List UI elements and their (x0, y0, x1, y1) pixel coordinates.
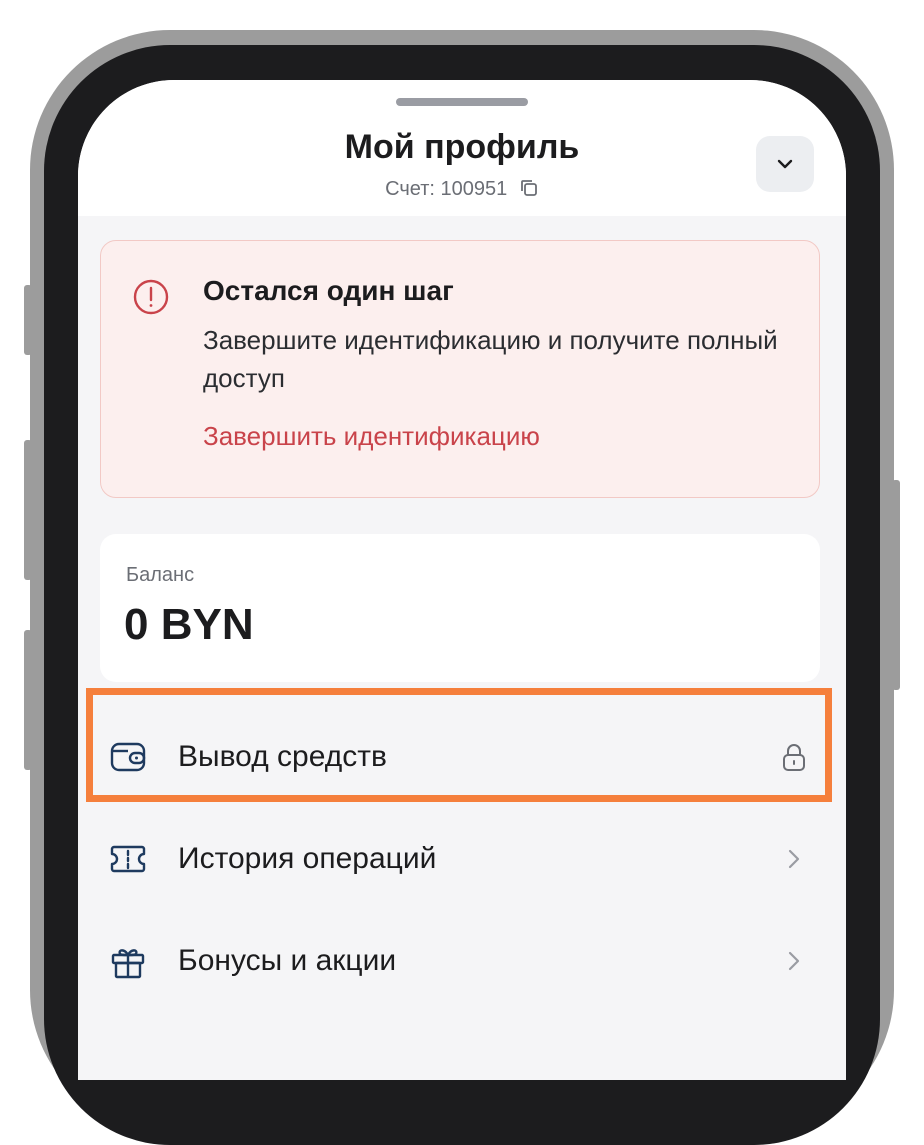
balance-value: 0 BYN (124, 600, 254, 649)
phone-side-button (24, 630, 32, 770)
app-screen: Мой профиль Счет: 100951 Остался один ша… (78, 80, 846, 1080)
copy-icon[interactable] (519, 178, 539, 198)
balance-card: Баланс 0 BYN (100, 534, 820, 682)
chevron-down-icon (777, 159, 793, 169)
alert-text: Завершите идентификацию и получите полны… (203, 325, 778, 393)
page-title: Мой профиль (344, 128, 580, 166)
phone-side-button (24, 285, 32, 355)
wallet-icon (110, 742, 146, 772)
exclamation-circle-icon (133, 279, 169, 315)
menu-item-label: История операций (178, 842, 437, 875)
chevron-right-icon (788, 951, 800, 971)
account-number[interactable]: Счет: 100951 (78, 178, 846, 201)
chevron-right-icon (788, 849, 800, 869)
lock-icon (783, 744, 805, 771)
alert-title: Остался один шаг (203, 275, 454, 306)
complete-identification-link[interactable]: Завершить идентификацию (203, 421, 540, 452)
balance-label: Баланс (126, 564, 195, 586)
collapse-button[interactable] (756, 136, 814, 192)
menu-item-history[interactable]: История операций (100, 812, 820, 906)
phone-side-button (24, 440, 32, 580)
menu-item-withdrawal[interactable]: Вывод средств (100, 710, 820, 804)
menu-item-label: Бонусы и акции (178, 944, 397, 977)
identification-alert: Остался один шаг Завершите идентификацию… (100, 240, 820, 498)
gift-icon (111, 949, 145, 979)
account-number-text: Счет: 100951 (385, 178, 508, 200)
drag-handle[interactable] (396, 98, 528, 106)
phone-side-button (892, 480, 900, 690)
menu-item-label: Вывод средств (178, 740, 387, 773)
sheet-header: Мой профиль Счет: 100951 (78, 80, 846, 216)
menu-item-bonuses[interactable]: Бонусы и акции (100, 914, 820, 1008)
ticket-icon (110, 845, 146, 873)
